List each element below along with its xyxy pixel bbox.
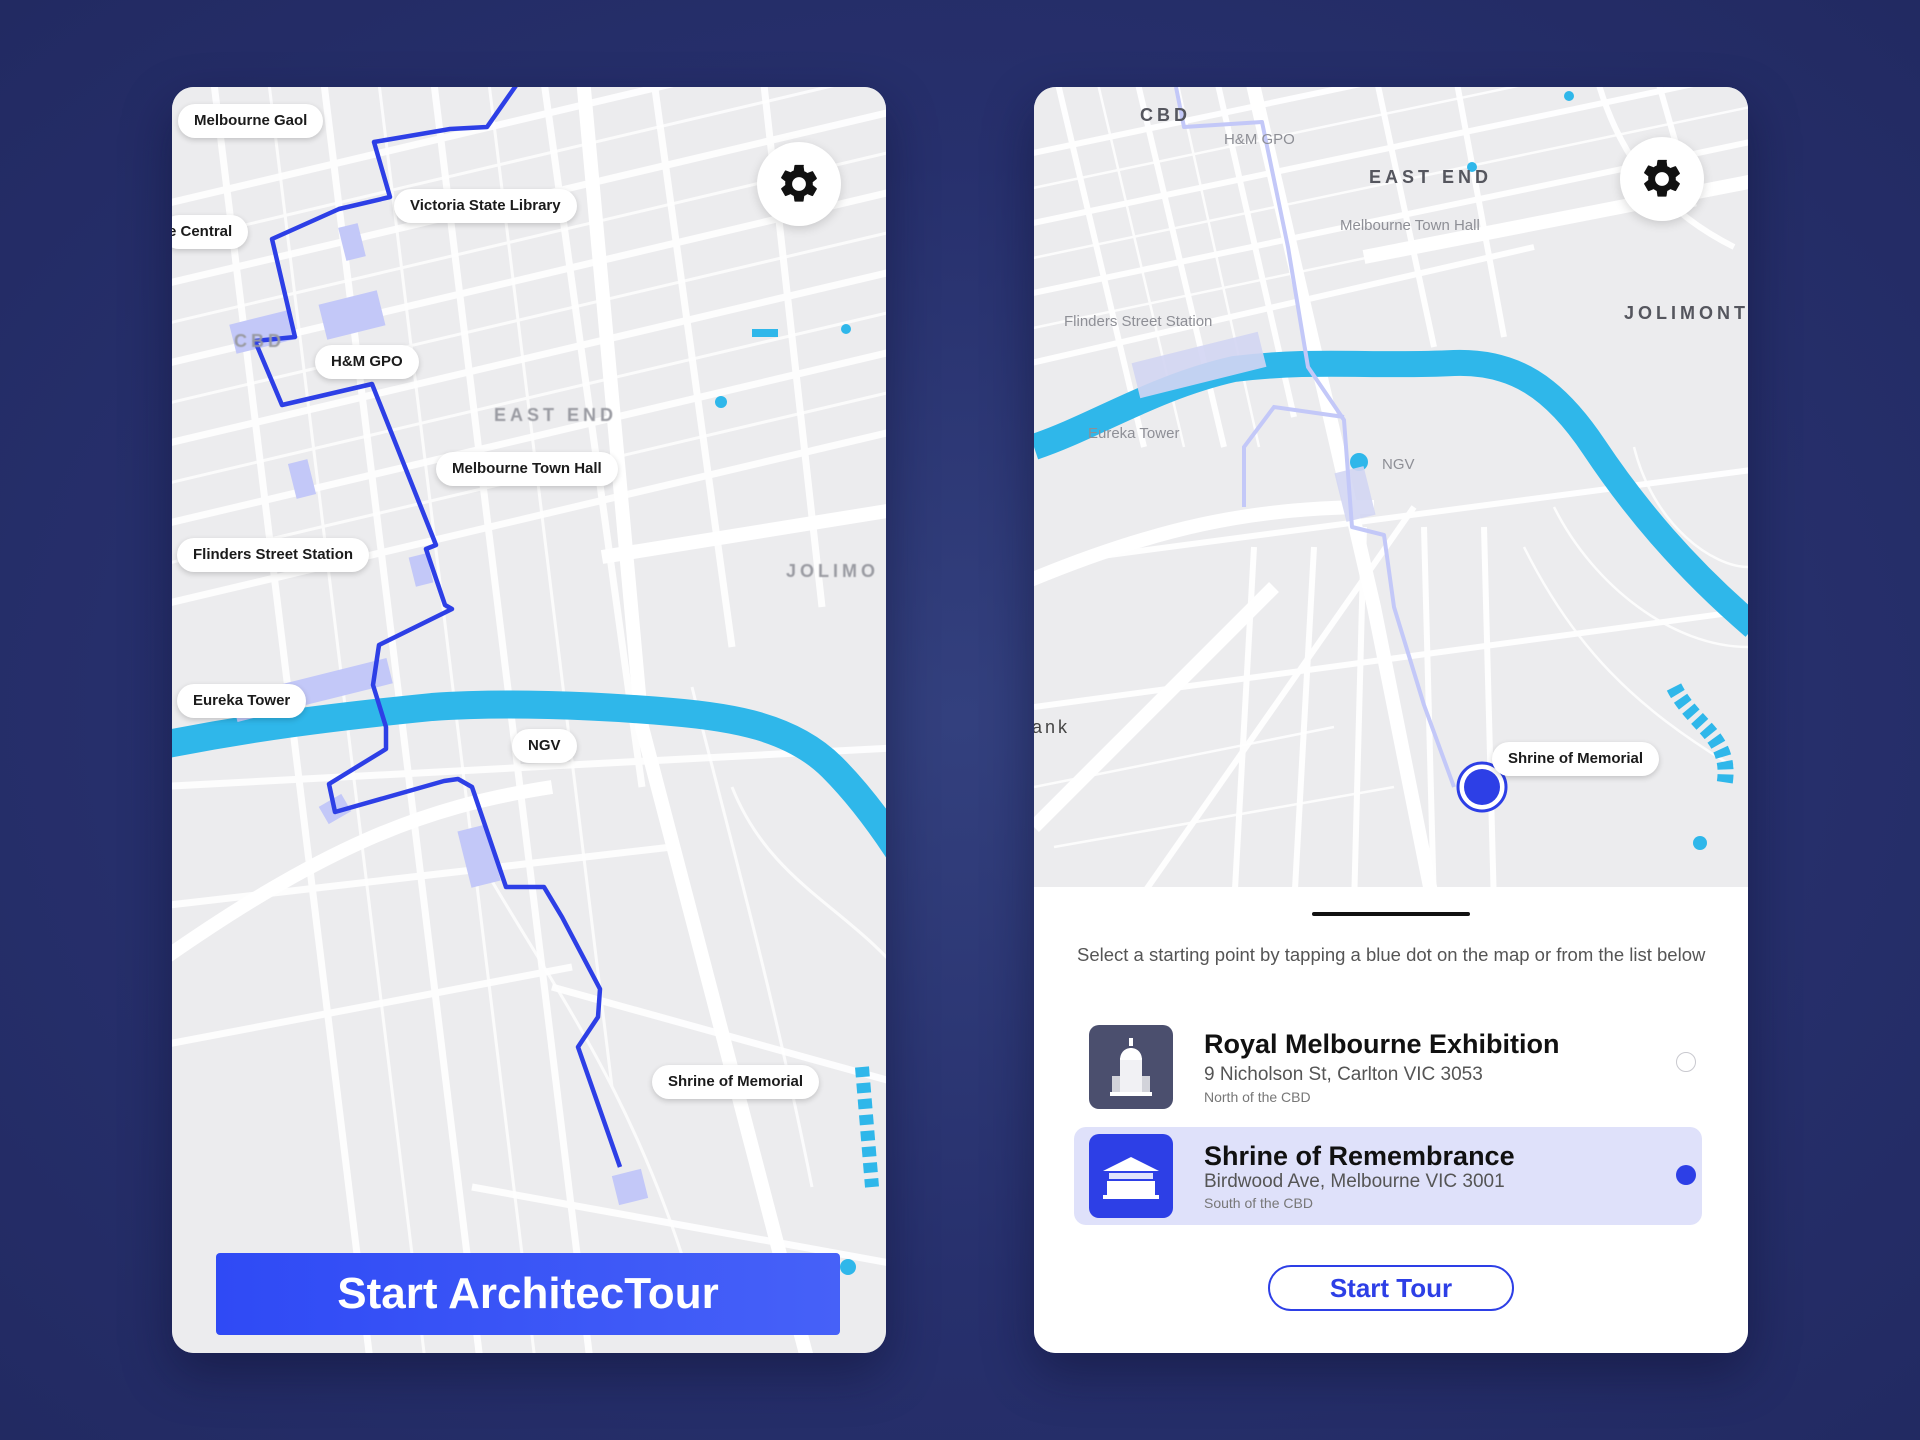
radio-selected[interactable] [1676, 1165, 1696, 1185]
map-label-town-hall: Melbourne Town Hall [1340, 217, 1480, 234]
map-label-eureka: Eureka Tower [1088, 425, 1180, 442]
bottom-sheet: Select a starting point by tapping a blu… [1034, 887, 1748, 1353]
option-area: South of the CBD [1204, 1195, 1313, 1211]
start-architectour-button[interactable]: Start ArchitecTour [216, 1253, 840, 1335]
option-royal-melbourne-exhibition[interactable]: Royal Melbourne Exhibition 9 Nicholson S… [1074, 1011, 1702, 1109]
settings-button[interactable] [757, 142, 841, 226]
shrine-icon [1089, 1134, 1173, 1218]
pin-ngv[interactable]: NGV [512, 729, 577, 763]
option-title: Shrine of Remembrance [1204, 1141, 1515, 1171]
district-label-cbd: CBD [1140, 105, 1191, 125]
pin-victoria-state-library[interactable]: Victoria State Library [394, 189, 577, 223]
pin-melbourne-gaol[interactable]: Melbourne Gaol [178, 104, 324, 138]
route-map[interactable] [172, 87, 886, 1353]
pin-eureka-tower[interactable]: Eureka Tower [177, 684, 307, 718]
district-label-east-end: EAST END [1369, 167, 1493, 187]
gear-icon [1644, 159, 1680, 197]
map-label-ngv: NGV [1382, 456, 1415, 473]
district-label-east-end: EAST END [494, 405, 618, 425]
select-start-screen: CBD EAST END JOLIMONT H&M GPO Melbourne … [1034, 87, 1748, 1353]
exhibition-building-icon [1089, 1025, 1173, 1109]
map-label-flinders: Flinders Street Station [1064, 313, 1213, 330]
district-label-jolimont: JOLIMO [786, 561, 880, 581]
pin-central[interactable]: e Central [172, 215, 249, 249]
map-label-hm-gpo: H&M GPO [1224, 131, 1295, 148]
route-map-screen: CBD EAST END JOLIMO Melbourne Gaol Victo… [172, 87, 886, 1353]
pin-melbourne-town-hall[interactable]: Melbourne Town Hall [436, 452, 618, 486]
option-area: North of the CBD [1204, 1089, 1311, 1105]
option-title: Royal Melbourne Exhibition [1204, 1029, 1560, 1059]
pin-hm-gpo[interactable]: H&M GPO [315, 345, 419, 379]
pin-shrine-of-memorial[interactable]: Shrine of Memorial [1492, 742, 1660, 776]
option-address: Birdwood Ave, Melbourne VIC 3001 [1204, 1171, 1505, 1192]
gear-icon [781, 164, 817, 202]
option-address: 9 Nicholson St, Carlton VIC 3053 [1204, 1064, 1483, 1085]
pin-flinders-street-station[interactable]: Flinders Street Station [177, 538, 370, 572]
settings-button[interactable] [1620, 137, 1704, 221]
radio-unselected[interactable] [1676, 1052, 1696, 1072]
pin-shrine-of-memorial[interactable]: Shrine of Memorial [652, 1065, 820, 1099]
district-label-cbd: CBD [234, 331, 285, 351]
district-label-jolimont: JOLIMONT [1624, 303, 1748, 323]
option-shrine-of-remembrance[interactable]: Shrine of Remembrance Birdwood Ave, Melb… [1074, 1127, 1702, 1225]
sheet-drag-handle[interactable] [1312, 912, 1470, 916]
instruction-text: Select a starting point by tapping a blu… [1077, 944, 1706, 965]
start-tour-button[interactable]: Start Tour [1268, 1265, 1514, 1311]
map-label-bank: ank [1034, 717, 1071, 737]
